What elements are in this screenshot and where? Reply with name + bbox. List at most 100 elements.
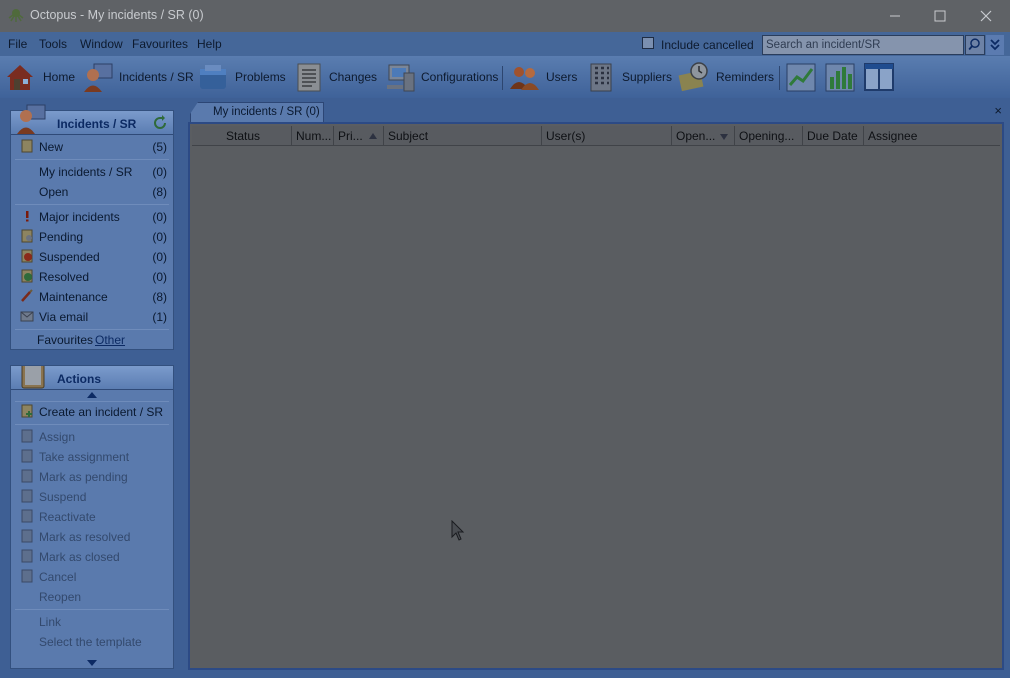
column-header-priority[interactable]: Pri... xyxy=(334,126,384,146)
toolbar-separator xyxy=(502,66,503,90)
expand-button[interactable] xyxy=(986,35,1004,55)
toolbar-bar-chart-button[interactable] xyxy=(824,60,856,94)
close-icon[interactable] xyxy=(976,6,996,26)
toolbar-reminders-label: Reminders xyxy=(716,70,775,84)
toolbar-incidents-button[interactable]: Incidents / SR xyxy=(82,60,194,94)
menu-favourites[interactable]: Favourites xyxy=(132,37,188,51)
toolbar-configurations-button[interactable]: Configurations xyxy=(385,60,499,94)
nav-item-suspended[interactable]: Suspended (0) xyxy=(11,247,173,267)
scroll-down-icon[interactable] xyxy=(87,660,97,666)
nav-item-label: My incidents / SR xyxy=(39,165,133,179)
double-chevron-down-icon xyxy=(990,39,1000,51)
include-cancelled-checkbox[interactable] xyxy=(642,37,654,49)
toolbar-home-label: Home xyxy=(43,70,76,84)
actions-panel: Actions Create an incident / SR Assign T… xyxy=(10,365,174,669)
maximize-icon[interactable] xyxy=(930,6,950,26)
nav-item-resolved[interactable]: Resolved (0) xyxy=(11,267,173,287)
panel-divider xyxy=(15,609,169,610)
toolbar-chart-button[interactable] xyxy=(785,60,817,94)
menu-window[interactable]: Window xyxy=(80,37,123,51)
changes-icon xyxy=(297,63,321,92)
nav-item-major-incidents[interactable]: Major incidents (0) xyxy=(11,207,173,227)
closed-icon xyxy=(21,549,33,563)
column-header-assignee[interactable]: Assignee xyxy=(864,126,1000,146)
resolved-icon xyxy=(21,529,33,543)
action-label: Cancel xyxy=(39,570,77,584)
panel-divider xyxy=(15,204,169,205)
action-label: Mark as pending xyxy=(39,470,128,484)
action-label: Mark as closed xyxy=(39,550,120,564)
search-icon xyxy=(968,38,980,51)
toolbar-changes-button[interactable]: Changes xyxy=(293,60,378,94)
toolbar: Home Incidents / SR Problems Changes Con… xyxy=(0,56,1010,98)
column-header-subject[interactable]: Subject xyxy=(384,126,542,146)
toolbar-layout-button[interactable] xyxy=(863,60,895,94)
toolbar-suppliers-button[interactable]: Suppliers xyxy=(585,60,673,94)
toolbar-users-button[interactable]: Users xyxy=(508,60,580,94)
column-header-open[interactable]: Open... xyxy=(672,126,735,146)
toolbar-problems-label: Problems xyxy=(235,70,286,84)
toolbar-reminders-button[interactable]: Reminders xyxy=(678,60,774,94)
toolbar-home-button[interactable]: Home xyxy=(4,60,76,94)
pending-icon xyxy=(21,229,33,243)
action-assign: Assign xyxy=(11,427,173,447)
new-icon xyxy=(21,139,33,153)
toolbar-configurations-label: Configurations xyxy=(421,70,499,84)
mouse-cursor-icon xyxy=(451,520,465,541)
email-icon xyxy=(20,311,34,322)
nav-item-new[interactable]: New (5) xyxy=(11,137,173,157)
scroll-up-icon[interactable] xyxy=(87,392,97,398)
actions-panel-header[interactable]: Actions xyxy=(11,366,173,390)
actions-panel-title: Actions xyxy=(57,372,102,386)
nav-item-my-incidents[interactable]: My incidents / SR (0) xyxy=(11,162,173,182)
menu-tools[interactable]: Tools xyxy=(39,37,67,51)
incidents-panel-header[interactable]: Incidents / SR xyxy=(11,104,173,135)
nav-item-open[interactable]: Open (8) xyxy=(11,182,173,202)
column-header-number[interactable]: Num... xyxy=(292,126,334,146)
search-input[interactable] xyxy=(762,35,964,55)
toolbar-suppliers-label: Suppliers xyxy=(622,70,673,84)
nav-item-count: (8) xyxy=(152,290,167,304)
action-link: Link xyxy=(11,612,173,632)
tab-my-incidents[interactable]: My incidents / SR (0) xyxy=(190,102,324,122)
incidents-panel-icon xyxy=(17,104,46,134)
nav-item-label: Via email xyxy=(39,310,89,324)
brush-icon xyxy=(21,289,33,302)
minimize-icon[interactable] xyxy=(885,6,905,26)
close-tab-icon[interactable]: × xyxy=(994,103,1002,118)
sort-descending-icon xyxy=(720,134,728,140)
nav-item-count: (1) xyxy=(152,310,167,324)
nav-item-count: (0) xyxy=(152,165,167,179)
menu-file[interactable]: File xyxy=(8,37,27,51)
nav-item-label: Open xyxy=(39,185,69,199)
refresh-icon[interactable] xyxy=(152,115,168,131)
incidents-panel: Incidents / SR New (5) My incidents / SR… xyxy=(10,104,174,350)
action-cancel: Cancel xyxy=(11,567,173,587)
home-icon xyxy=(7,65,33,90)
nav-item-pending[interactable]: Pending (0) xyxy=(11,227,173,247)
nav-item-label: Suspended xyxy=(39,250,100,264)
column-header-users[interactable]: User(s) xyxy=(542,126,672,146)
create-icon xyxy=(21,404,33,418)
action-create-incident[interactable]: Create an incident / SR xyxy=(11,402,173,422)
search-button[interactable] xyxy=(965,35,985,55)
other-link[interactable]: Other xyxy=(95,333,125,347)
column-header-status[interactable]: Status xyxy=(192,126,292,146)
favourites-label[interactable]: Favourites xyxy=(37,333,93,347)
panel-divider xyxy=(15,424,169,425)
exclamation-icon xyxy=(26,211,29,222)
toolbar-problems-button[interactable]: Problems xyxy=(197,60,287,94)
action-reopen: Reopen xyxy=(11,587,173,607)
nav-item-maintenance[interactable]: Maintenance (8) xyxy=(11,287,173,307)
action-label: Select the template xyxy=(39,635,142,649)
take-assignment-icon xyxy=(21,449,33,463)
nav-item-via-email[interactable]: Via email (1) xyxy=(11,307,173,327)
action-mark-pending: Mark as pending xyxy=(11,467,173,487)
column-header-opening[interactable]: Opening... xyxy=(735,126,803,146)
action-label: Mark as resolved xyxy=(39,530,131,544)
incidents-grid: Status Num... Pri... Subject User(s) Ope… xyxy=(188,122,1004,670)
column-header-due-date[interactable]: Due Date xyxy=(803,126,864,146)
menu-help[interactable]: Help xyxy=(197,37,222,51)
toolbar-changes-label: Changes xyxy=(329,70,378,84)
nav-item-count: (0) xyxy=(152,230,167,244)
